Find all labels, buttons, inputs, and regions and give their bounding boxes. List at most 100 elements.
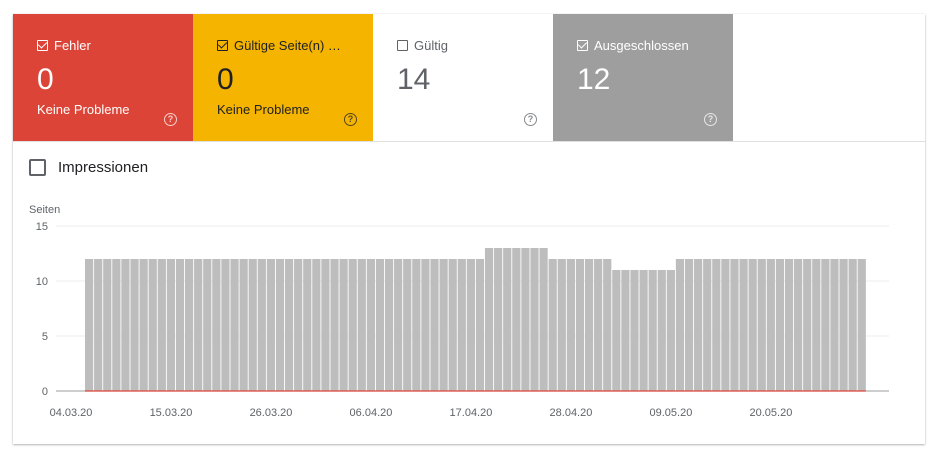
bar	[712, 259, 721, 391]
bar	[430, 259, 439, 391]
bar	[284, 259, 294, 391]
x-tick-label: 09.05.20	[650, 407, 693, 419]
bar	[730, 259, 739, 391]
bar	[466, 259, 475, 391]
pages-bar-chart: Seiten 0 5 10 15 04.03.20 15.03.20 26.03.20 06.0…	[29, 204, 889, 419]
bar	[794, 259, 803, 391]
bar	[521, 248, 530, 391]
bar	[148, 259, 157, 391]
bar	[594, 259, 603, 391]
bar	[230, 259, 239, 391]
bar	[248, 259, 257, 391]
bar	[839, 259, 848, 391]
y-tick-label: 15	[36, 221, 48, 233]
y-tick-label: 5	[42, 331, 48, 343]
bar	[494, 248, 503, 391]
bar	[203, 259, 212, 391]
bar	[539, 248, 548, 391]
bar	[666, 270, 675, 391]
bar	[739, 259, 748, 391]
bar	[266, 259, 275, 391]
bar	[303, 259, 312, 391]
bar	[330, 259, 339, 391]
y-tick-label: 10	[36, 276, 48, 288]
bar	[784, 259, 794, 391]
bar	[639, 270, 648, 391]
y-tick-label: 0	[42, 386, 48, 398]
bar	[130, 259, 139, 391]
bar	[475, 259, 485, 391]
bar	[703, 259, 712, 391]
bar	[657, 270, 666, 391]
bar	[803, 259, 812, 391]
bar	[403, 259, 412, 391]
x-tick-label: 26.03.20	[250, 407, 293, 419]
bar	[848, 259, 857, 391]
bar	[412, 259, 421, 391]
bar	[139, 259, 148, 391]
bar	[103, 259, 112, 391]
bar	[748, 259, 757, 391]
bar	[448, 259, 457, 391]
bar	[294, 259, 303, 391]
bar	[357, 259, 366, 391]
bar	[503, 248, 512, 391]
bar	[548, 259, 557, 391]
bar	[239, 259, 248, 391]
y-axis-label: Seiten	[29, 204, 60, 216]
bar	[812, 259, 821, 391]
bar	[421, 259, 430, 391]
bar	[321, 259, 330, 391]
bar	[112, 259, 121, 391]
bar	[348, 259, 357, 391]
bar	[612, 270, 621, 391]
x-tick-label: 04.03.20	[50, 407, 93, 419]
bar	[630, 270, 639, 391]
bar	[530, 248, 539, 391]
bar	[457, 259, 466, 391]
bar	[339, 259, 348, 391]
bar	[85, 259, 94, 391]
bar	[157, 259, 166, 391]
bar	[575, 259, 585, 391]
bar	[584, 259, 594, 391]
bar	[312, 259, 321, 391]
bar	[721, 259, 730, 391]
x-tick-label: 28.04.20	[550, 407, 593, 419]
bar	[557, 259, 566, 391]
bar	[684, 259, 694, 391]
bar	[484, 248, 494, 391]
bar	[94, 259, 103, 391]
bar	[212, 259, 221, 391]
bar	[621, 270, 630, 391]
bar	[384, 259, 394, 391]
bar	[366, 259, 375, 391]
bar	[766, 259, 775, 391]
bar	[821, 259, 830, 391]
bar	[121, 259, 130, 391]
bar	[857, 259, 866, 391]
bar	[221, 259, 230, 391]
x-tick-label: 15.03.20	[150, 407, 193, 419]
x-tick-label: 20.05.20	[750, 407, 793, 419]
bar	[830, 259, 839, 391]
bar	[194, 259, 203, 391]
bar	[675, 259, 685, 391]
bar	[394, 259, 403, 391]
x-tick-label: 17.04.20	[450, 407, 493, 419]
bar	[512, 248, 521, 391]
bar	[184, 259, 194, 391]
bar	[375, 259, 385, 391]
x-tick-label: 06.04.20	[350, 407, 393, 419]
bar	[166, 259, 176, 391]
bar	[775, 259, 785, 391]
bar	[566, 259, 575, 391]
bar	[439, 259, 448, 391]
index-coverage-card: Fehler 0 Keine Probleme ? Gültige Seite(…	[13, 14, 925, 444]
bar	[757, 259, 766, 391]
bar	[257, 259, 266, 391]
bar	[694, 259, 703, 391]
bar	[275, 259, 285, 391]
bar	[603, 259, 612, 391]
bar	[648, 270, 657, 391]
